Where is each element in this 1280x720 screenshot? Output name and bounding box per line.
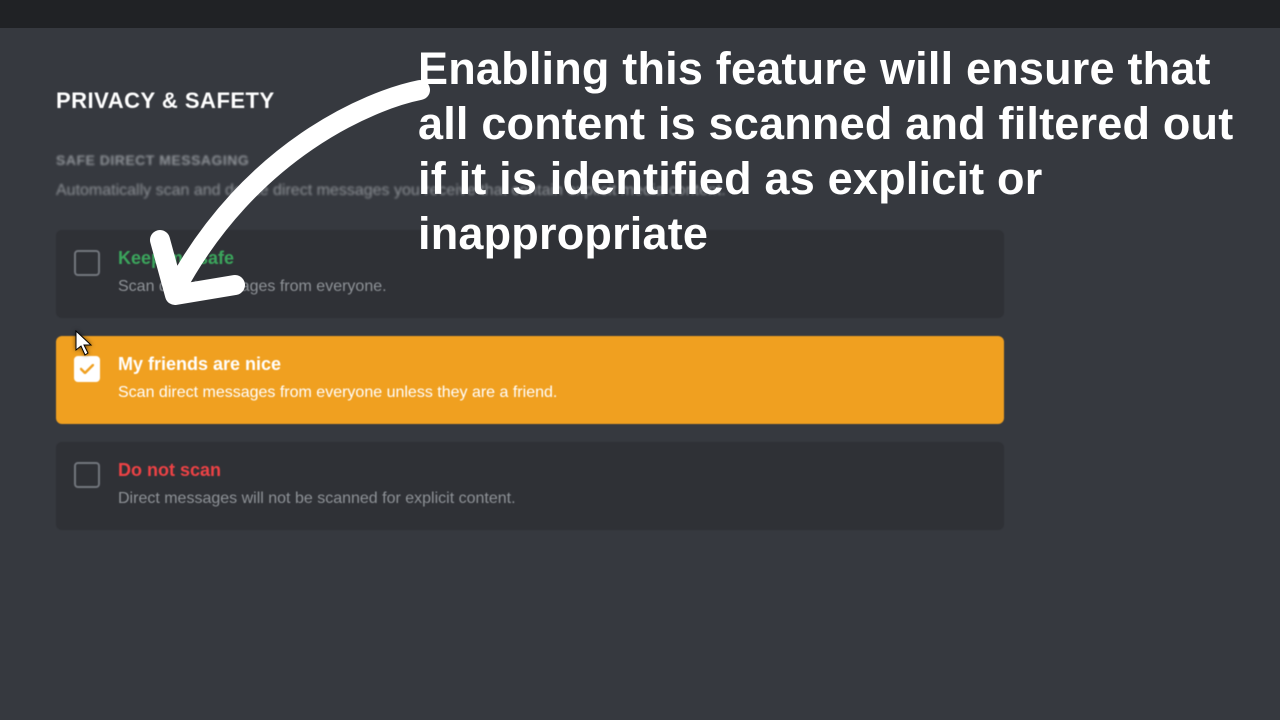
- annotation-text: Enabling this feature will ensure that a…: [418, 42, 1248, 262]
- radio-do-not-scan[interactable]: [74, 462, 100, 488]
- option-desc: Scan direct messages from everyone.: [118, 277, 984, 298]
- radio-my-friends-are-nice[interactable]: [74, 356, 100, 382]
- option-do-not-scan[interactable]: Do not scan Direct messages will not be …: [56, 442, 1004, 530]
- safe-dm-options: Keep me safe Scan direct messages from e…: [56, 230, 1004, 529]
- option-title: My friends are nice: [118, 354, 984, 375]
- option-desc: Direct messages will not be scanned for …: [118, 489, 984, 510]
- window-titlebar: [0, 0, 1280, 28]
- radio-keep-me-safe[interactable]: [74, 250, 100, 276]
- option-title: Do not scan: [118, 460, 984, 481]
- option-desc: Scan direct messages from everyone unles…: [118, 383, 984, 404]
- option-my-friends-are-nice[interactable]: My friends are nice Scan direct messages…: [56, 336, 1004, 424]
- check-icon: [80, 364, 94, 374]
- cursor-icon: [74, 330, 96, 358]
